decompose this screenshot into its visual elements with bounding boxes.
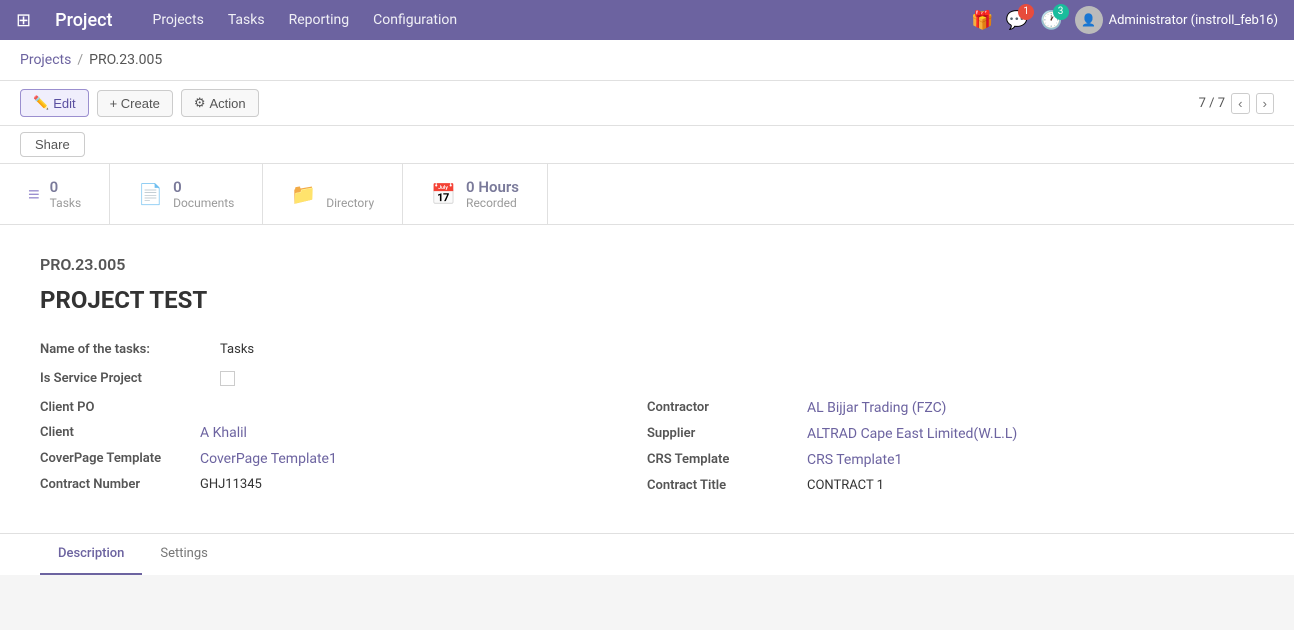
documents-count: 0 bbox=[173, 178, 234, 196]
content-wrapper: ≡ 0 Tasks 📄 0 Documents 📁 Directory 📅 0 … bbox=[0, 164, 1294, 575]
main-content: PRO.23.005 PROJECT TEST Name of the task… bbox=[0, 225, 1294, 533]
name-of-tasks-label: Name of the tasks: bbox=[40, 342, 220, 357]
is-service-checkbox[interactable] bbox=[220, 371, 235, 386]
edit-button[interactable]: ✏️ Edit bbox=[20, 89, 89, 117]
edit-icon: ✏️ bbox=[33, 95, 49, 111]
coverpage-value[interactable]: CoverPage Template1 bbox=[200, 451, 337, 467]
action-gear-icon: ⚙ bbox=[194, 95, 206, 111]
user-avatar[interactable]: 👤 Administrator (instroll_feb16) bbox=[1075, 6, 1278, 34]
supplier-value[interactable]: ALTRAD Cape East Limited(W.L.L) bbox=[807, 426, 1017, 442]
avatar-circle: 👤 bbox=[1075, 6, 1103, 34]
nav-configuration[interactable]: Configuration bbox=[373, 12, 457, 28]
prev-page-button[interactable]: ‹ bbox=[1231, 93, 1249, 114]
share-bar: Share bbox=[0, 126, 1294, 164]
contract-number-label: Contract Number bbox=[40, 477, 200, 492]
directory-icon: 📁 bbox=[291, 182, 316, 206]
contractor-row: Contractor AL Bijjar Trading (FZC) bbox=[647, 400, 1254, 416]
action-button[interactable]: ⚙ Action bbox=[181, 89, 259, 117]
directory-count bbox=[326, 178, 374, 196]
stats-tabs: ≡ 0 Tasks 📄 0 Documents 📁 Directory 📅 0 … bbox=[0, 164, 1294, 225]
breadcrumb-parent[interactable]: Projects bbox=[20, 52, 71, 68]
create-label: + Create bbox=[110, 96, 160, 111]
toolbar: ✏️ Edit + Create ⚙ Action 7 / 7 ‹ › bbox=[0, 81, 1294, 126]
client-po-row: Client PO bbox=[40, 400, 647, 415]
gift-icon: 🎁 bbox=[971, 10, 993, 31]
directory-label: Directory bbox=[326, 196, 374, 210]
contract-number-row: Contract Number GHJ11345 bbox=[40, 477, 647, 492]
share-button[interactable]: Share bbox=[20, 132, 85, 157]
documents-icon: 📄 bbox=[138, 182, 163, 206]
message-badge: 1 bbox=[1018, 4, 1034, 20]
client-po-label: Client PO bbox=[40, 400, 200, 415]
tasks-icon: ≡ bbox=[28, 182, 40, 207]
name-of-tasks-row: Name of the tasks: Tasks bbox=[40, 342, 1254, 357]
hours-icon: 📅 bbox=[431, 182, 456, 206]
nav-menu: Projects Tasks Reporting Configuration bbox=[152, 12, 951, 28]
contract-number-value: GHJ11345 bbox=[200, 477, 262, 492]
breadcrumb: Projects / PRO.23.005 bbox=[0, 40, 1294, 81]
top-navigation: ⊞ Project Projects Tasks Reporting Confi… bbox=[0, 0, 1294, 40]
coverpage-row: CoverPage Template CoverPage Template1 bbox=[40, 451, 647, 467]
coverpage-label: CoverPage Template bbox=[40, 451, 200, 466]
crs-template-value[interactable]: CRS Template1 bbox=[807, 452, 902, 468]
app-title: Project bbox=[55, 10, 112, 31]
project-id: PRO.23.005 bbox=[40, 255, 1254, 274]
supplier-label: Supplier bbox=[647, 426, 807, 441]
client-value[interactable]: A Khalil bbox=[200, 425, 247, 441]
tab-documents[interactable]: 📄 0 Documents bbox=[110, 164, 263, 224]
pagination-text: 7 / 7 bbox=[1199, 96, 1225, 111]
documents-label: Documents bbox=[173, 196, 234, 210]
tab-tasks[interactable]: ≡ 0 Tasks bbox=[0, 164, 110, 224]
hours-label: Recorded bbox=[466, 196, 519, 210]
contractor-label: Contractor bbox=[647, 400, 807, 415]
project-name: PROJECT TEST bbox=[40, 286, 1254, 314]
right-fields: Contractor AL Bijjar Trading (FZC) Suppl… bbox=[647, 400, 1254, 503]
contractor-value[interactable]: AL Bijjar Trading (FZC) bbox=[807, 400, 946, 416]
client-label: Client bbox=[40, 425, 200, 440]
clock-badge: 3 bbox=[1053, 4, 1069, 20]
is-service-label: Is Service Project bbox=[40, 371, 220, 386]
nav-reporting[interactable]: Reporting bbox=[289, 12, 350, 28]
tab-description[interactable]: Description bbox=[40, 534, 142, 575]
contract-title-label: Contract Title bbox=[647, 478, 807, 493]
tasks-count: 0 bbox=[50, 178, 82, 196]
client-row: Client A Khalil bbox=[40, 425, 647, 441]
hours-count: 0 Hours bbox=[466, 178, 519, 196]
grid-icon[interactable]: ⊞ bbox=[16, 10, 31, 31]
pagination: 7 / 7 ‹ › bbox=[1199, 93, 1274, 114]
clock-icon-btn[interactable]: 🕐 3 bbox=[1040, 10, 1062, 31]
supplier-row: Supplier ALTRAD Cape East Limited(W.L.L) bbox=[647, 426, 1254, 442]
crs-template-row: CRS Template CRS Template1 bbox=[647, 452, 1254, 468]
breadcrumb-separator: / bbox=[77, 52, 83, 68]
nav-tasks[interactable]: Tasks bbox=[228, 12, 265, 28]
tab-settings[interactable]: Settings bbox=[142, 534, 225, 575]
message-icon-btn[interactable]: 💬 1 bbox=[1006, 10, 1028, 31]
tab-directory[interactable]: 📁 Directory bbox=[263, 164, 403, 224]
user-label: Administrator (instroll_feb16) bbox=[1109, 13, 1278, 28]
left-fields: Client PO Client A Khalil CoverPage Temp… bbox=[40, 400, 647, 503]
breadcrumb-current: PRO.23.005 bbox=[89, 52, 162, 68]
next-page-button[interactable]: › bbox=[1256, 93, 1274, 114]
create-button[interactable]: + Create bbox=[97, 90, 173, 117]
contract-title-row: Contract Title CONTRACT 1 bbox=[647, 478, 1254, 493]
gift-icon-btn[interactable]: 🎁 bbox=[971, 10, 993, 31]
name-of-tasks-value: Tasks bbox=[220, 342, 254, 357]
bottom-tabs: Description Settings bbox=[0, 533, 1294, 575]
crs-template-label: CRS Template bbox=[647, 452, 807, 467]
is-service-row: Is Service Project bbox=[40, 371, 1254, 386]
fields-grid: Client PO Client A Khalil CoverPage Temp… bbox=[40, 400, 1254, 503]
nav-projects[interactable]: Projects bbox=[152, 12, 203, 28]
contract-title-value: CONTRACT 1 bbox=[807, 478, 884, 493]
topbar-right: 🎁 💬 1 🕐 3 👤 Administrator (instroll_feb1… bbox=[971, 6, 1278, 34]
tasks-label: Tasks bbox=[50, 196, 82, 210]
tab-hours[interactable]: 📅 0 Hours Recorded bbox=[403, 164, 548, 224]
